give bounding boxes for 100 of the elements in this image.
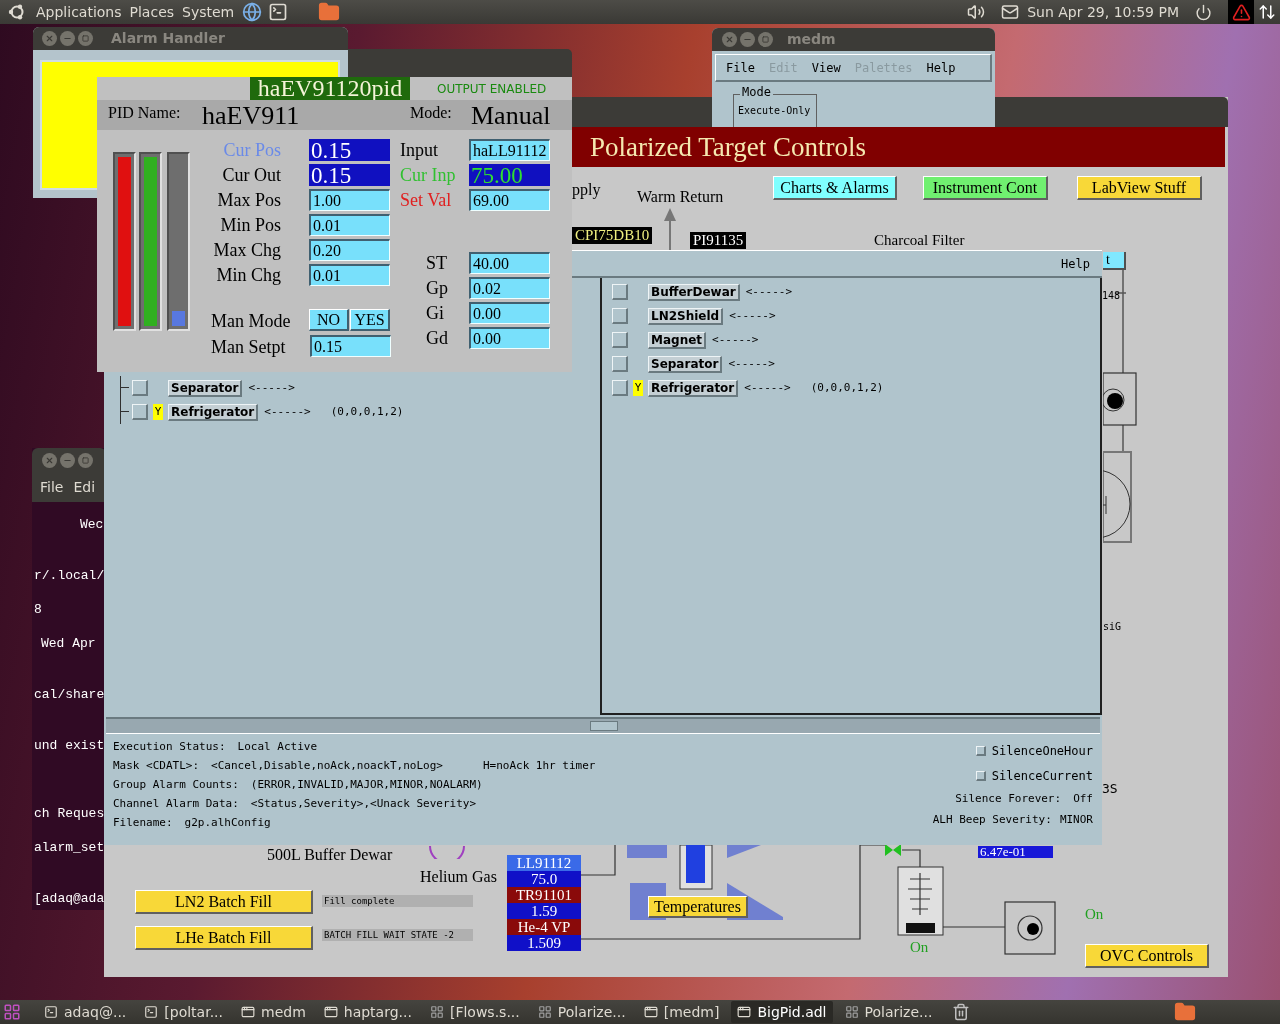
taskbar-item[interactable]: Polarize... (531, 1001, 632, 1023)
input-field[interactable]: 1.00 (309, 189, 390, 211)
input-field[interactable]: 0.15 (310, 335, 391, 357)
maximize-button[interactable] (78, 452, 93, 468)
group-button[interactable]: BufferDewar (648, 283, 740, 301)
input-field[interactable]: 0.20 (309, 239, 390, 261)
group-button[interactable]: LN2Shield (648, 307, 724, 325)
taskbar-item[interactable]: [Flows.s... (423, 1001, 526, 1023)
terminal-icon[interactable] (268, 2, 289, 22)
clock[interactable]: Sun Apr 29, 10:59 PM (1027, 1, 1179, 23)
window-icon (737, 1005, 752, 1019)
menu-item[interactable]: Applications (32, 1, 126, 23)
trash-icon[interactable] (952, 1003, 971, 1021)
readout-label: TR91101 (507, 887, 581, 903)
minimize-button[interactable] (740, 32, 755, 47)
nav-button[interactable]: Charts & Alarms (773, 176, 897, 200)
status-label: Channel Alarm Data: (113, 797, 239, 811)
mode-button[interactable]: YES (350, 309, 390, 331)
batch-fill-button[interactable]: LHe Batch Fill (135, 926, 313, 950)
menu-item[interactable]: Edi (73, 476, 96, 498)
ovc-controls-button[interactable]: OVC Controls (1085, 944, 1209, 968)
checkbox[interactable] (612, 332, 628, 348)
taskbar-item[interactable]: [medm] (637, 1001, 726, 1023)
status-value: MINOR (1059, 813, 1093, 827)
group-title: Mode (740, 86, 773, 98)
taskbar-item[interactable]: haptarg... (317, 1001, 418, 1023)
pid-title: haEV91120pid (250, 77, 410, 100)
menu-item[interactable]: View (811, 58, 841, 77)
network-icon[interactable] (1258, 3, 1276, 21)
input-field[interactable]: 0.00 (469, 302, 550, 324)
maximize-button[interactable] (78, 31, 93, 46)
input-field[interactable]: 0.01 (309, 214, 390, 236)
taskbar-item[interactable]: [poltar... (138, 1001, 229, 1023)
checkbox[interactable] (612, 380, 628, 396)
logo-icon (8, 3, 26, 21)
input-field[interactable]: 40.00 (469, 252, 550, 274)
batch-fill-button[interactable]: LN2 Batch Fill (135, 890, 313, 914)
status-value: Off (1073, 792, 1093, 806)
menu-item[interactable]: System (178, 1, 239, 23)
checkbox[interactable] (612, 356, 628, 372)
taskbar-item[interactable]: BigPid.adl (731, 1001, 833, 1023)
folder-icon[interactable] (1174, 1001, 1196, 1023)
group-button[interactable]: Refrigerator (168, 403, 259, 421)
nav-button[interactable]: Instrument Cont (923, 176, 1048, 200)
menu-item[interactable]: Places (125, 1, 179, 23)
power-icon[interactable] (1195, 3, 1212, 21)
input-field[interactable]: 69.00 (469, 189, 550, 211)
group-button[interactable]: Refrigerator (648, 379, 739, 397)
close-button[interactable] (42, 452, 57, 468)
input-field[interactable]: 0.00 (469, 327, 550, 349)
taskbar-item[interactable]: Polarize... (838, 1001, 939, 1023)
input-field[interactable]: 0.01 (309, 264, 390, 286)
folder-icon[interactable] (318, 1, 341, 23)
sash-handle[interactable] (590, 721, 618, 731)
maximize-icon (82, 35, 89, 42)
input-field[interactable]: haLL91112 (469, 139, 550, 161)
checkbox[interactable] (132, 380, 148, 396)
warning-icon[interactable] (1231, 2, 1251, 22)
checkbox[interactable] (612, 284, 628, 300)
group-button[interactable]: Separator (648, 355, 723, 373)
status-value: g2p.alhConfig (184, 816, 271, 830)
status-note: H=noAck 1hr timer (482, 759, 596, 773)
input-field[interactable]: 0.02 (469, 277, 550, 299)
group-button[interactable]: Magnet (648, 331, 707, 349)
value-display: 0.15 (309, 139, 390, 161)
readout-value: 1.509 (507, 935, 581, 951)
taskbar-item[interactable]: adaq@... (38, 1001, 133, 1023)
group-button[interactable]: Separator (168, 379, 243, 397)
menu-item[interactable]: Help (1061, 254, 1090, 273)
status-value: <Cancel,Disable,noAck,noackT,noLog> (211, 759, 443, 773)
fill-status: Fill complete (322, 895, 473, 907)
window-icon (323, 1005, 338, 1019)
volume-icon[interactable] (967, 3, 986, 21)
field-label: Max Pos (217, 189, 281, 211)
checkbox[interactable] (975, 771, 986, 781)
maximize-button[interactable] (758, 32, 773, 47)
cut-label: 148 (1102, 291, 1121, 301)
browser-icon[interactable] (242, 2, 263, 22)
minimize-button[interactable] (60, 452, 75, 468)
menu-item[interactable]: File (726, 58, 755, 77)
menu-item[interactable]: Help (926, 58, 956, 77)
taskbar-item[interactable]: medm (235, 1001, 312, 1023)
side-button[interactable]: t (1103, 252, 1126, 270)
pid-name: haEV911 (202, 103, 300, 129)
window-icon (241, 1005, 255, 1019)
nav-button[interactable]: LabView Stuff (1077, 176, 1202, 200)
close-button[interactable] (42, 31, 57, 46)
close-button[interactable] (722, 32, 737, 47)
menu-item[interactable]: File (40, 476, 64, 498)
show-desktop-icon[interactable] (3, 1003, 21, 1021)
minimize-button[interactable] (60, 31, 75, 46)
tag-label: PI91135 (690, 232, 747, 249)
temperatures-button[interactable]: Temperatures (648, 896, 748, 918)
checkbox[interactable] (612, 308, 628, 324)
arrow-label: <-----> (728, 355, 775, 372)
field-label: Cur Out (222, 164, 281, 186)
checkbox[interactable] (132, 404, 148, 420)
mode-button[interactable]: NO (309, 309, 349, 331)
mail-icon[interactable] (1001, 3, 1020, 21)
checkbox[interactable] (975, 746, 986, 756)
